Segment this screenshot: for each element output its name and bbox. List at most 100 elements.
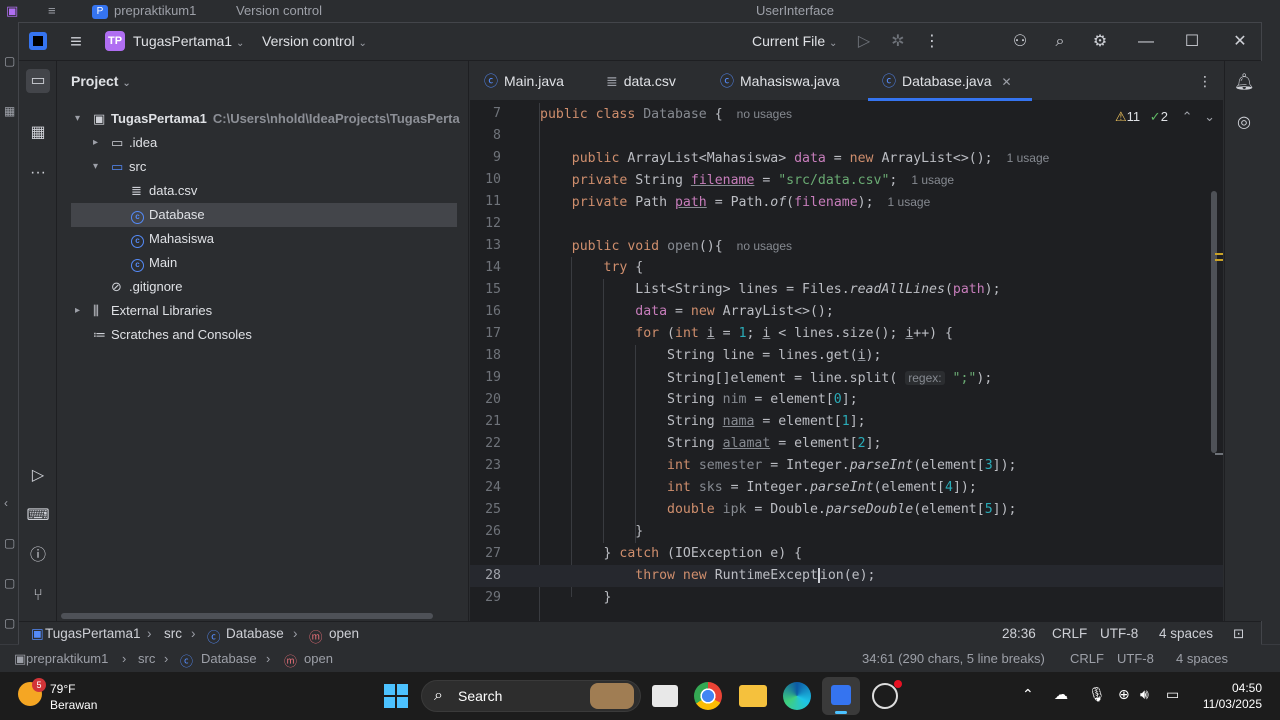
settings-gear-icon[interactable]: ⚙ [1089, 31, 1111, 53]
code-line[interactable]: 19 String[]element = line.split( regex: … [470, 367, 1223, 389]
code-line[interactable]: 16 data = new ArrayList<>(); [470, 301, 1223, 323]
microphone-icon[interactable]: 🎙︎ [1088, 686, 1106, 703]
tree-item-mahasiswa[interactable]: c Mahasiswa [71, 227, 457, 251]
run-config-selector[interactable]: Current File ⌄ [752, 33, 837, 49]
usage-hint[interactable]: 1 usage [911, 173, 954, 187]
terminal-icon[interactable]: ⌨ [26, 504, 50, 528]
info-marker[interactable] [1215, 453, 1223, 455]
project-badge[interactable]: TP [105, 31, 125, 51]
tree-item-src[interactable]: ▾ ▭ src [71, 155, 457, 179]
code-line[interactable]: 7 public class Database {no usages [470, 103, 1223, 125]
tab-options-icon[interactable]: ⋮ [1198, 61, 1212, 101]
code-line[interactable]: 12 [470, 213, 1223, 235]
onedrive-cloud-icon[interactable]: ☁ [1054, 686, 1068, 703]
code-line[interactable]: 29 } [470, 587, 1223, 609]
code-line[interactable]: 20 String nim = element[0]; [470, 389, 1223, 411]
code-line[interactable]: 11 private Path path = Path.of(filename)… [470, 191, 1223, 213]
project-tool-folder-icon[interactable]: ▭ [26, 69, 50, 93]
tree-item-data-csv[interactable]: ≣ data.csv [71, 179, 457, 203]
code-line[interactable]: 10 private String filename = "src/data.c… [470, 169, 1223, 191]
expand-arrow-icon[interactable]: ▾ [75, 107, 80, 131]
code-line[interactable]: 18 String line = lines.get(i); [470, 345, 1223, 367]
expand-arrow-icon[interactable]: ▾ [93, 155, 98, 179]
code-line[interactable]: 21 String nama = element[1]; [470, 411, 1223, 433]
tree-item-idea[interactable]: ▸ ▭ .idea [71, 131, 457, 155]
start-button-windows-icon[interactable] [384, 684, 408, 708]
caret-position[interactable]: 28:36 [1002, 626, 1036, 641]
code-line[interactable]: 23 int semester = Integer.parseInt(eleme… [470, 455, 1223, 477]
main-menu-icon[interactable]: ≡ [65, 31, 87, 53]
battery-icon[interactable]: ▭ [1166, 686, 1179, 703]
code-line[interactable]: 9 public ArrayList<Mahasiswa> data = new… [470, 147, 1223, 169]
tree-item-external-libraries[interactable]: ▸ ⫼ External Libraries [71, 299, 457, 323]
ai-assistant-icon[interactable]: ◎ [1234, 113, 1254, 133]
indent-setting[interactable]: 4 spaces [1159, 626, 1213, 641]
problems-icon[interactable]: ⓘ [26, 544, 50, 568]
close-tab-icon[interactable]: ✕ [1002, 75, 1012, 89]
tree-item-main[interactable]: c Main [71, 251, 457, 275]
file-explorer-icon[interactable] [739, 685, 767, 707]
warning-marker[interactable] [1215, 253, 1223, 255]
structure-tool-icon[interactable]: ▦ [26, 121, 50, 145]
edge-icon[interactable] [783, 682, 811, 710]
code-line[interactable]: 24 int sks = Integer.parseInt(element[4]… [470, 477, 1223, 499]
chatgpt-icon[interactable] [872, 680, 902, 709]
vcs-menu[interactable]: Version control ⌄ [262, 33, 367, 49]
project-switcher[interactable]: TugasPertama1 ⌄ [133, 33, 244, 49]
tree-item-database[interactable]: c Database [71, 203, 457, 227]
code-line[interactable]: 14 try { [470, 257, 1223, 279]
code-line[interactable]: 22 String alamat = element[2]; [470, 433, 1223, 455]
task-view-icon[interactable] [652, 685, 678, 707]
git-branch-icon[interactable]: ⑂ [26, 584, 50, 608]
network-globe-icon[interactable]: ⊕ [1118, 686, 1130, 703]
expand-arrow-icon[interactable]: ▸ [93, 131, 98, 155]
close-icon[interactable]: ✕ [1229, 31, 1251, 53]
code-line[interactable]: 26 } [470, 521, 1223, 543]
show-hidden-icons-chevron-icon[interactable]: ⌃ [1022, 686, 1034, 703]
tree-item-scratches[interactable]: ≔ Scratches and Consoles [71, 323, 457, 347]
usage-hint[interactable]: 1 usage [1007, 151, 1050, 165]
add-user-icon[interactable]: ⚇ [1009, 31, 1031, 53]
breadcrumb-class[interactable]: Database [226, 626, 284, 641]
tree-item-project-root[interactable]: ▾ ▣ TugasPertama1 C:\Users\nhold\IdeaProj… [71, 107, 460, 131]
tab-database-java[interactable]: ⓒ Database.java ✕ [868, 61, 1032, 101]
taskbar-search[interactable]: ⌕ Search [421, 680, 641, 712]
debug-icon[interactable]: ✲ [887, 31, 909, 53]
more-tools-icon[interactable]: ··· [26, 161, 50, 185]
run-icon[interactable]: ▷ [853, 31, 875, 53]
line-separator[interactable]: CRLF [1052, 626, 1087, 641]
tree-item-gitignore[interactable]: ⊘ .gitignore [71, 275, 457, 299]
file-encoding[interactable]: UTF-8 [1100, 626, 1138, 641]
intellij-taskbar-active[interactable] [822, 677, 860, 715]
minimize-icon[interactable]: — [1135, 31, 1157, 53]
code-line[interactable]: 17 for (int i = 1; i < lines.size(); i++… [470, 323, 1223, 345]
breadcrumb-method[interactable]: open [329, 626, 359, 641]
previous-highlight-icon[interactable]: ⌃ [1182, 109, 1193, 124]
code-line[interactable]: 8 [470, 125, 1223, 147]
code-line[interactable]: 15 List<String> lines = Files.readAllLin… [470, 279, 1223, 301]
code-line-current[interactable]: 28 throw new RuntimeExcept ion(e); [470, 565, 1223, 587]
horizontal-scrollbar[interactable] [61, 613, 433, 619]
code-area[interactable]: 7 public class Database {no usages 8 9 pu… [470, 103, 1223, 621]
usage-hint[interactable]: no usages [737, 239, 792, 253]
services-run-icon[interactable]: ▷ [26, 464, 50, 488]
volume-icon[interactable]: 🔊︎ [1140, 686, 1149, 703]
code-line[interactable]: 25 double ipk = Double.parseDouble(eleme… [470, 499, 1223, 521]
breadcrumb-project[interactable]: TugasPertama1 [45, 626, 141, 641]
usage-hint[interactable]: 1 usage [888, 195, 931, 209]
notifications-bell-icon[interactable]: 🔔︎ [1234, 73, 1254, 93]
system-clock[interactable]: 04:50 11/03/2025 [1203, 680, 1262, 712]
read-only-lock-icon[interactable]: ⊡ [1233, 626, 1244, 642]
tab-data-csv[interactable]: ≣ data.csv [606, 61, 676, 101]
expand-arrow-icon[interactable]: ▸ [75, 299, 80, 323]
inspections-widget[interactable]: ⚠11 ✓2 ⌃ ⌄ [1115, 109, 1215, 125]
project-panel-title[interactable]: Project ⌄ [71, 73, 131, 89]
warning-marker[interactable] [1215, 259, 1223, 261]
code-line[interactable]: 27 } catch (IOException e) { [470, 543, 1223, 565]
search-icon[interactable]: ⌕ [1049, 31, 1071, 53]
code-line[interactable]: 13 public void open(){no usages [470, 235, 1223, 257]
chrome-icon[interactable] [694, 682, 722, 710]
tab-main-java[interactable]: ⓒ Main.java [484, 61, 564, 101]
more-actions-icon[interactable]: ⋮ [921, 31, 943, 53]
maximize-icon[interactable]: ☐ [1181, 31, 1203, 53]
